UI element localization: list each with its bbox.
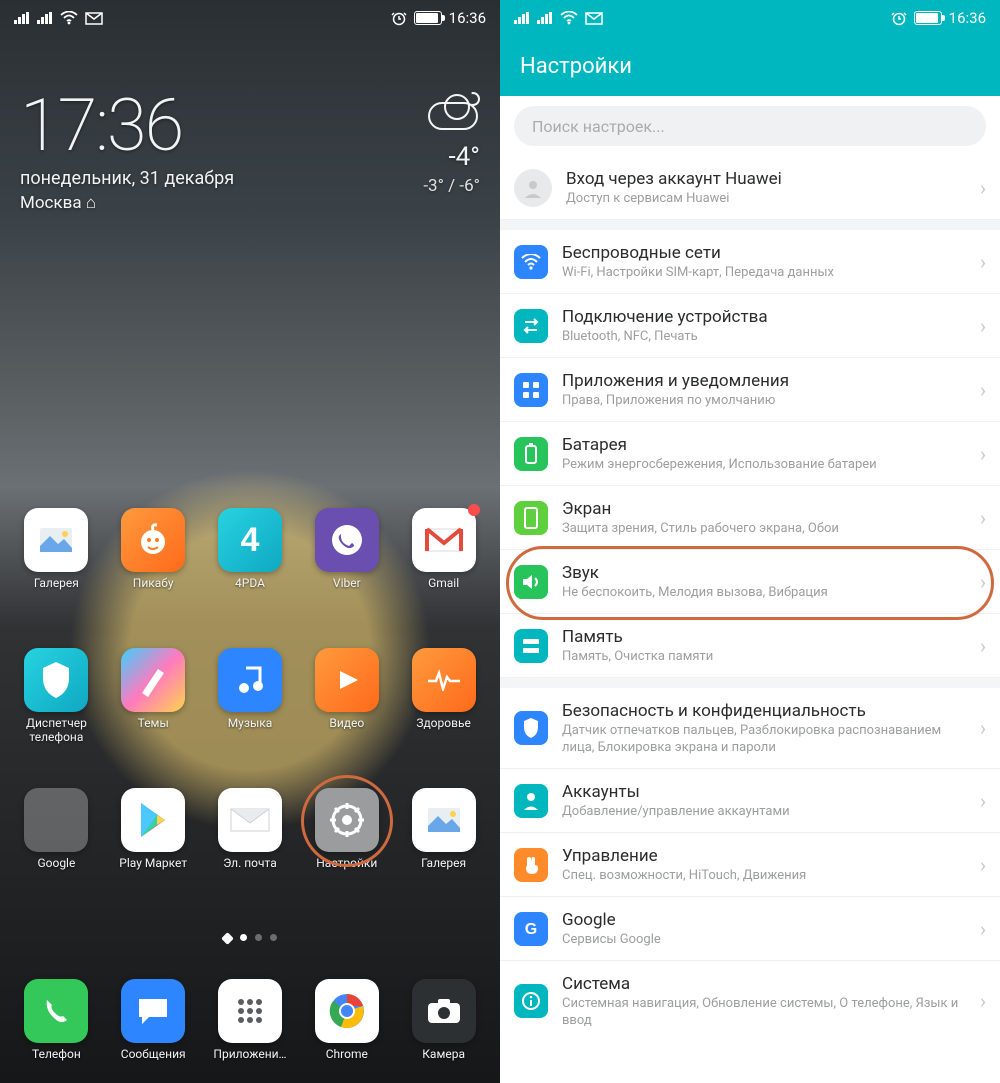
wifi-icon [514, 245, 548, 279]
item-huawei-account[interactable]: Вход через аккаунт HuaweiДоступ к сервис… [500, 156, 1000, 220]
app-themes[interactable]: Темы [105, 648, 202, 744]
alarm-icon [391, 10, 407, 26]
chevron-icon: › [980, 917, 986, 941]
mail-icon [585, 12, 603, 25]
page-indicator [0, 934, 500, 943]
chevron-icon: › [980, 634, 986, 658]
app-gmail[interactable]: Gmail [395, 508, 492, 604]
chevron-icon: › [980, 378, 986, 402]
search-input[interactable]: Поиск настроек... [514, 106, 986, 146]
dock-apps[interactable]: Приложени… [202, 979, 299, 1075]
chevron-icon: › [980, 314, 986, 338]
item-беспроводные-сети[interactable]: Беспроводные сетиWi-Fi, Настройки SIM-ка… [500, 230, 1000, 294]
chevron-icon: › [980, 442, 986, 466]
app-settings[interactable]: Настройки [298, 788, 395, 884]
app-pikabu[interactable]: Пикабу [105, 508, 202, 604]
signal-icon-2 [37, 12, 53, 24]
wifi-icon [560, 11, 578, 25]
dock-chrome[interactable]: Chrome [298, 979, 395, 1075]
temp-now: -4° [423, 142, 480, 172]
app-health[interactable]: Здоровье [395, 648, 492, 744]
item-аккаунты[interactable]: АккаунтыДобавление/управление аккаунтами… [500, 769, 1000, 833]
home-screen: 16:36 17:36 понедельник, 31 декабря Моск… [0, 0, 500, 1083]
sound-icon [514, 565, 548, 599]
signal-icon-2 [537, 12, 553, 24]
signal-icon [14, 12, 30, 24]
app-row-1: Галерея Пикабу 44PDA Viber Gmail [0, 508, 500, 604]
batt-icon [514, 437, 548, 471]
mail-icon [85, 12, 103, 25]
date-line: понедельник, 31 декабря [20, 168, 234, 189]
dock: Телефон Сообщения Приложени… Chrome Каме… [0, 979, 500, 1075]
chevron-icon: › [980, 570, 986, 594]
g-icon: G [514, 912, 548, 946]
chevron-icon: › [980, 989, 986, 1013]
item-google[interactable]: GGoogleСервисы Google› [500, 897, 1000, 961]
status-bar-settings: 16:36 [500, 0, 1000, 36]
item-батарея[interactable]: БатареяРежим энергосбережения, Использов… [500, 422, 1000, 486]
chevron-icon: › [980, 250, 986, 274]
chevron-icon: › [980, 853, 986, 877]
temp-range: -3° / -6° [423, 176, 480, 196]
app-4pda[interactable]: 44PDA [202, 508, 299, 604]
item-приложения-и-уведомления[interactable]: Приложения и уведомленияПрава, Приложени… [500, 358, 1000, 422]
item-экран[interactable]: ЭкранЗащита зрения, Стиль рабочего экран… [500, 486, 1000, 550]
status-time: 16:36 [449, 9, 486, 27]
battery-icon [914, 11, 942, 25]
status-bar: 16:36 [0, 0, 500, 36]
swap-icon [514, 309, 548, 343]
weather-block: -4° -3° / -6° [423, 90, 480, 213]
item-система[interactable]: СистемаСистемная навигация, Обновление с… [500, 961, 1000, 1041]
screen-icon [514, 501, 548, 535]
app-row-2: Диспетчер телефона Темы Музыка Видео Здо… [0, 648, 500, 744]
signal-icon [514, 12, 530, 24]
app-phone-manager[interactable]: Диспетчер телефона [8, 648, 105, 744]
wifi-icon [60, 11, 78, 25]
app-music[interactable]: Музыка [202, 648, 299, 744]
avatar-icon [514, 169, 552, 207]
grid-icon [514, 373, 548, 407]
alarm-icon [891, 10, 907, 26]
app-video[interactable]: Видео [298, 648, 395, 744]
app-gallery-2[interactable]: Галерея [395, 788, 492, 884]
settings-header: Настройки [500, 36, 1000, 96]
svg-text:G: G [525, 921, 537, 938]
chevron-icon: › [980, 716, 986, 740]
app-play-store[interactable]: Play Маркет [105, 788, 202, 884]
chevron-icon: › [980, 176, 986, 200]
app-email[interactable]: Эл. почта [202, 788, 299, 884]
settings-list: Вход через аккаунт HuaweiДоступ к сервис… [500, 156, 1000, 1041]
dock-phone[interactable]: Телефон [8, 979, 105, 1075]
dock-messages[interactable]: Сообщения [105, 979, 202, 1075]
app-gallery[interactable]: Галерея [8, 508, 105, 604]
info-icon [514, 984, 548, 1018]
city-label: Москва ⌂ [20, 193, 234, 213]
item-подключение-устройства[interactable]: Подключение устройстваBluetooth, NFC, Пе… [500, 294, 1000, 358]
app-row-3: Google Play Маркет Эл. почта Настройки Г… [0, 788, 500, 884]
weather-icon [424, 94, 480, 130]
chevron-icon: › [980, 789, 986, 813]
dock-camera[interactable]: Камера [395, 979, 492, 1075]
settings-title: Настройки [520, 54, 632, 79]
app-google-folder[interactable]: Google [8, 788, 105, 884]
user-icon [514, 784, 548, 818]
search-placeholder: Поиск настроек... [532, 117, 665, 136]
hand-icon [514, 848, 548, 882]
clock-time: 17:36 [20, 90, 234, 162]
item-память[interactable]: ПамятьПамять, Очистка памяти› [500, 614, 1000, 678]
storage-icon [514, 629, 548, 663]
item-безопасность-и-конфиденциальность[interactable]: Безопасность и конфиденциальностьДатчик … [500, 688, 1000, 769]
shield-icon [514, 711, 548, 745]
battery-icon [414, 11, 442, 25]
item-звук[interactable]: ЗвукНе беспокоить, Мелодия вызова, Вибра… [500, 550, 1000, 614]
clock-weather-widget[interactable]: 17:36 понедельник, 31 декабря Москва ⌂ -… [20, 90, 480, 213]
item-управление[interactable]: УправлениеСпец. возможности, HiTouch, Дв… [500, 833, 1000, 897]
status-time: 16:36 [949, 9, 986, 27]
app-viber[interactable]: Viber [298, 508, 395, 604]
settings-screen: 16:36 Настройки Поиск настроек... Вход ч… [500, 0, 1000, 1083]
chevron-icon: › [980, 506, 986, 530]
